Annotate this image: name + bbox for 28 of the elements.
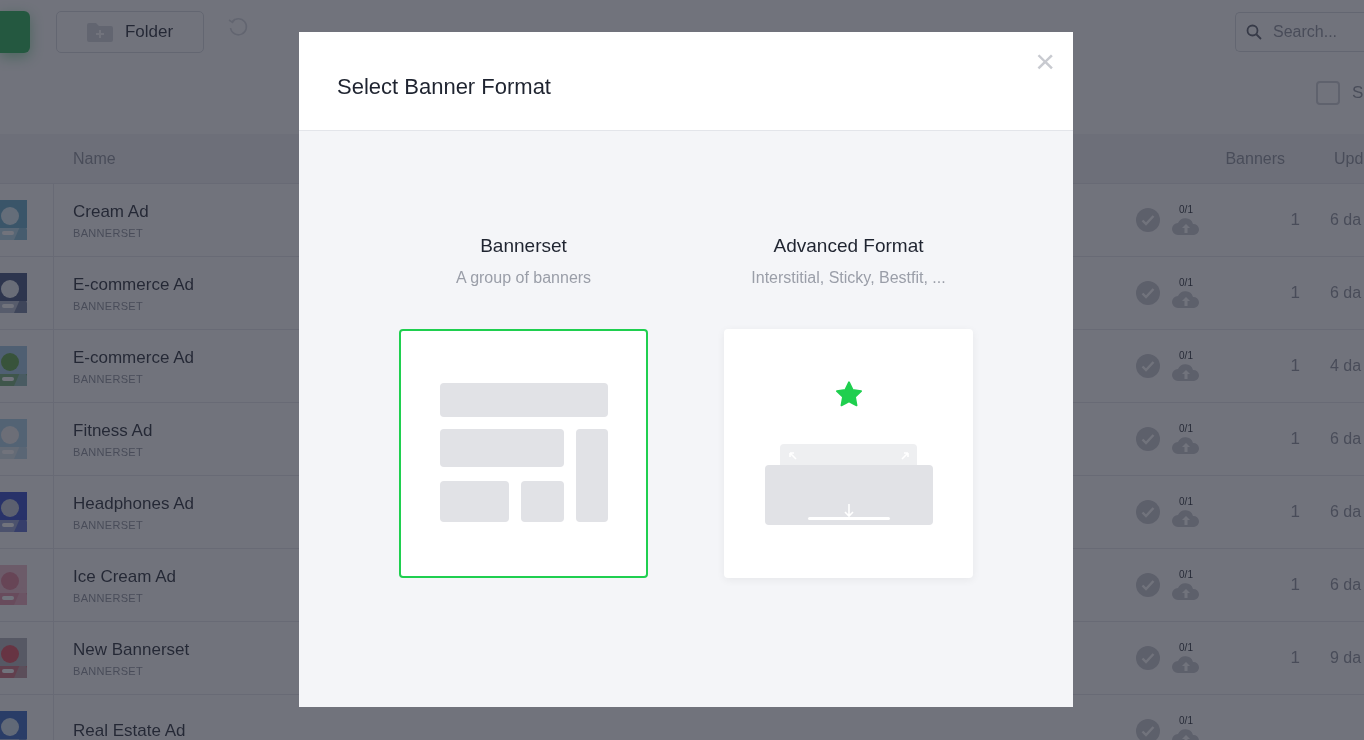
item-name[interactable]: Cream Ad	[73, 201, 149, 222]
option-subtitle: Interstitial, Sticky, Bestfit, ...	[751, 269, 946, 287]
option-title: Advanced Format	[773, 235, 924, 257]
item-name[interactable]: Headphones Ad	[73, 493, 194, 514]
format-card[interactable]	[399, 329, 648, 578]
item-name[interactable]: Ice Cream Ad	[73, 566, 176, 587]
new-folder-button[interactable]: Folder	[56, 11, 204, 53]
star-icon	[834, 381, 863, 408]
upload-count: 0/1	[1179, 568, 1193, 580]
upload-count: 0/1	[1179, 349, 1193, 361]
option-subtitle: A group of banners	[455, 269, 592, 287]
upload-count: 0/1	[1179, 714, 1193, 726]
format-card[interactable]	[724, 329, 973, 578]
option-title: Bannerset	[480, 235, 567, 257]
close-button[interactable]: ×	[1031, 44, 1059, 78]
item-name[interactable]: E-commerce Ad	[73, 347, 194, 368]
item-name[interactable]: Fitness Ad	[73, 420, 153, 441]
item-name[interactable]: E-commerce Ad	[73, 274, 194, 295]
new-button[interactable]	[0, 11, 30, 53]
search-icon	[1246, 24, 1262, 40]
dialog-title: Select Banner Format	[337, 74, 551, 100]
upload-count: 0/1	[1179, 203, 1193, 215]
item-name[interactable]: New Bannerset	[73, 639, 190, 660]
upload-count: 0/1	[1179, 641, 1193, 653]
item-name[interactable]: Real Estate Ad	[73, 721, 186, 740]
upload-count: 0/1	[1179, 276, 1193, 288]
upload-count: 0/1	[1179, 422, 1193, 434]
upload-count: 0/1	[1179, 495, 1193, 507]
